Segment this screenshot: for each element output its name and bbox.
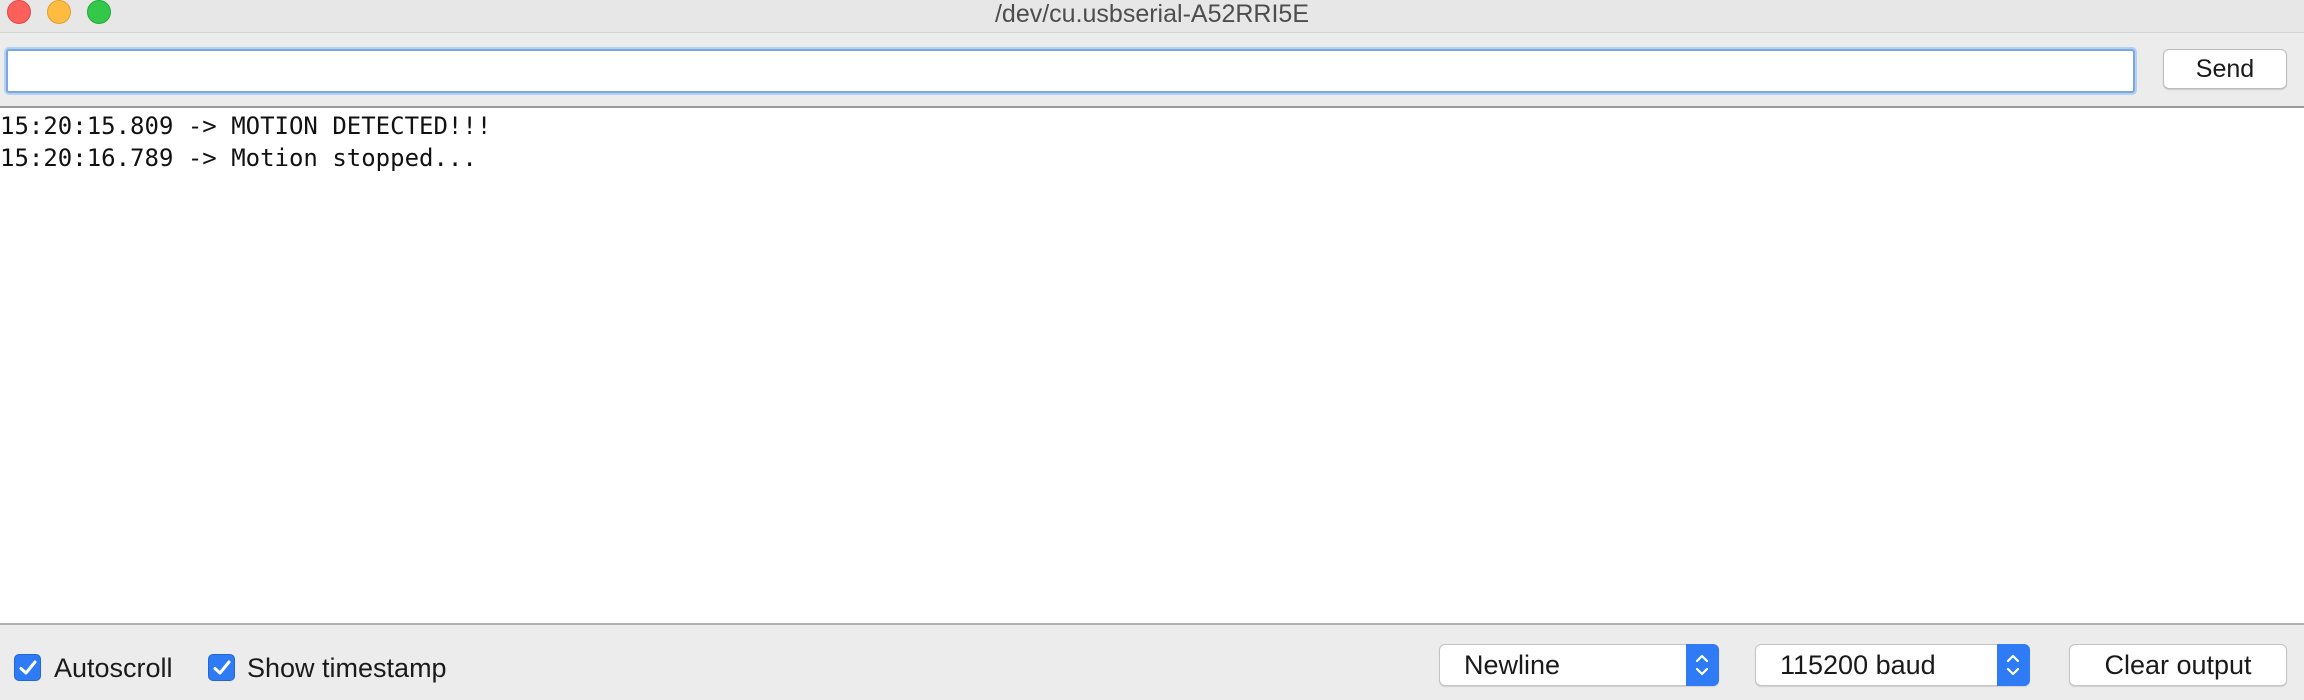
title-bar: /dev/cu.usbserial-A52RRI5E — [0, 0, 2304, 33]
show-timestamp-checkbox[interactable] — [208, 654, 235, 681]
serial-output[interactable]: 15:20:15.809 -> MOTION DETECTED!!! 15:20… — [0, 110, 2304, 623]
send-button[interactable]: Send — [2163, 49, 2287, 89]
updown-chevron-icon — [2006, 654, 2020, 676]
output-line: 15:20:16.789 -> Motion stopped... — [0, 144, 477, 172]
checkmark-icon — [213, 660, 231, 675]
line-ending-value: Newline — [1464, 650, 1561, 680]
checkmark-icon — [19, 660, 37, 675]
window-title: /dev/cu.usbserial-A52RRI5E — [994, 0, 1310, 28]
bottom-toolbar: Autoscroll Show timestamp Newline 115200… — [0, 623, 2304, 700]
baud-rate-value: 115200 baud — [1780, 650, 1936, 680]
clear-output-button[interactable]: Clear output — [2069, 644, 2287, 686]
show-timestamp-label: Show timestamp — [247, 653, 447, 683]
send-row: Send — [0, 33, 2304, 108]
select-arrows — [1997, 644, 2030, 686]
serial-input[interactable] — [6, 49, 2135, 93]
select-arrows — [1686, 644, 1719, 686]
line-ending-select[interactable]: Newline — [1439, 644, 1719, 686]
output-line: 15:20:15.809 -> MOTION DETECTED!!! — [0, 112, 492, 140]
baud-rate-select[interactable]: 115200 baud — [1755, 644, 2030, 686]
updown-chevron-icon — [1695, 654, 1709, 676]
autoscroll-label: Autoscroll — [54, 653, 173, 683]
autoscroll-checkbox[interactable] — [14, 654, 41, 681]
